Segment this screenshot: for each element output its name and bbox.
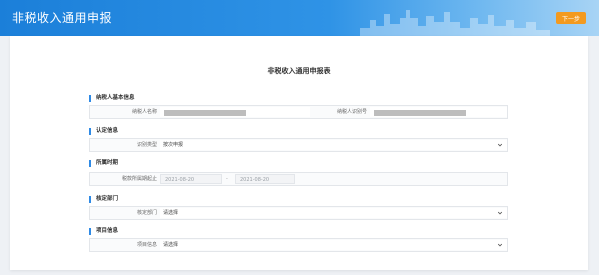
redacted-value	[374, 110, 466, 116]
identification-type-label: 识别类型	[136, 142, 157, 148]
next-step-button[interactable]: 下一步	[556, 12, 586, 24]
department-select[interactable]: 请选择	[160, 208, 507, 218]
project-row: 项目信息 请选择	[89, 238, 508, 252]
section-identification-title: 认定信息	[89, 128, 118, 135]
taxpayer-row: 纳税人名称 纳税人识别号	[89, 105, 508, 119]
skyline-decoration	[360, 10, 550, 36]
period-label: 税款所属期起止	[121, 176, 157, 182]
section-department-title: 核定部门	[89, 196, 118, 203]
chevron-down-icon	[497, 211, 503, 215]
project-value: 请选择	[163, 242, 179, 248]
project-select[interactable]: 请选择	[160, 240, 507, 250]
section-period-title: 所属时期	[89, 160, 118, 167]
app-title: 非税收入通用申报	[12, 11, 113, 25]
app-header: 非税收入通用申报 下一步	[0, 0, 599, 36]
section-taxpayer-title: 纳税人基本信息	[89, 95, 135, 102]
identification-row: 识别类型 按次申报	[89, 138, 508, 152]
section-project-title: 项目信息	[89, 228, 118, 235]
form-panel: 非税收入通用申报表 纳税人基本信息 纳税人名称 纳税人识别号 认定信息 识别类型…	[10, 36, 588, 270]
department-value: 请选择	[163, 210, 179, 216]
chevron-down-icon	[497, 243, 503, 247]
period-end-date[interactable]: 2021-08-20	[235, 174, 295, 184]
taxpayer-name-field[interactable]	[160, 107, 310, 117]
project-label: 项目信息	[136, 242, 157, 248]
taxpayer-name-label: 纳税人名称	[131, 109, 157, 115]
date-separator: -	[226, 176, 228, 182]
department-row: 核定部门 请选择	[89, 206, 508, 220]
chevron-down-icon	[497, 143, 503, 147]
department-label: 核定部门	[136, 210, 157, 216]
period-start-date[interactable]: 2021-08-20	[160, 174, 222, 184]
taxpayer-id-label: 纳税人识别号	[336, 109, 367, 115]
identification-type-select[interactable]: 按次申报	[160, 140, 507, 150]
period-row: 税款所属期起止 2021-08-20 - 2021-08-20	[89, 172, 508, 186]
taxpayer-id-field[interactable]	[370, 107, 507, 117]
form-title: 非税收入通用申报表	[267, 67, 331, 75]
redacted-value	[164, 110, 246, 116]
identification-type-value: 按次申报	[163, 142, 184, 148]
